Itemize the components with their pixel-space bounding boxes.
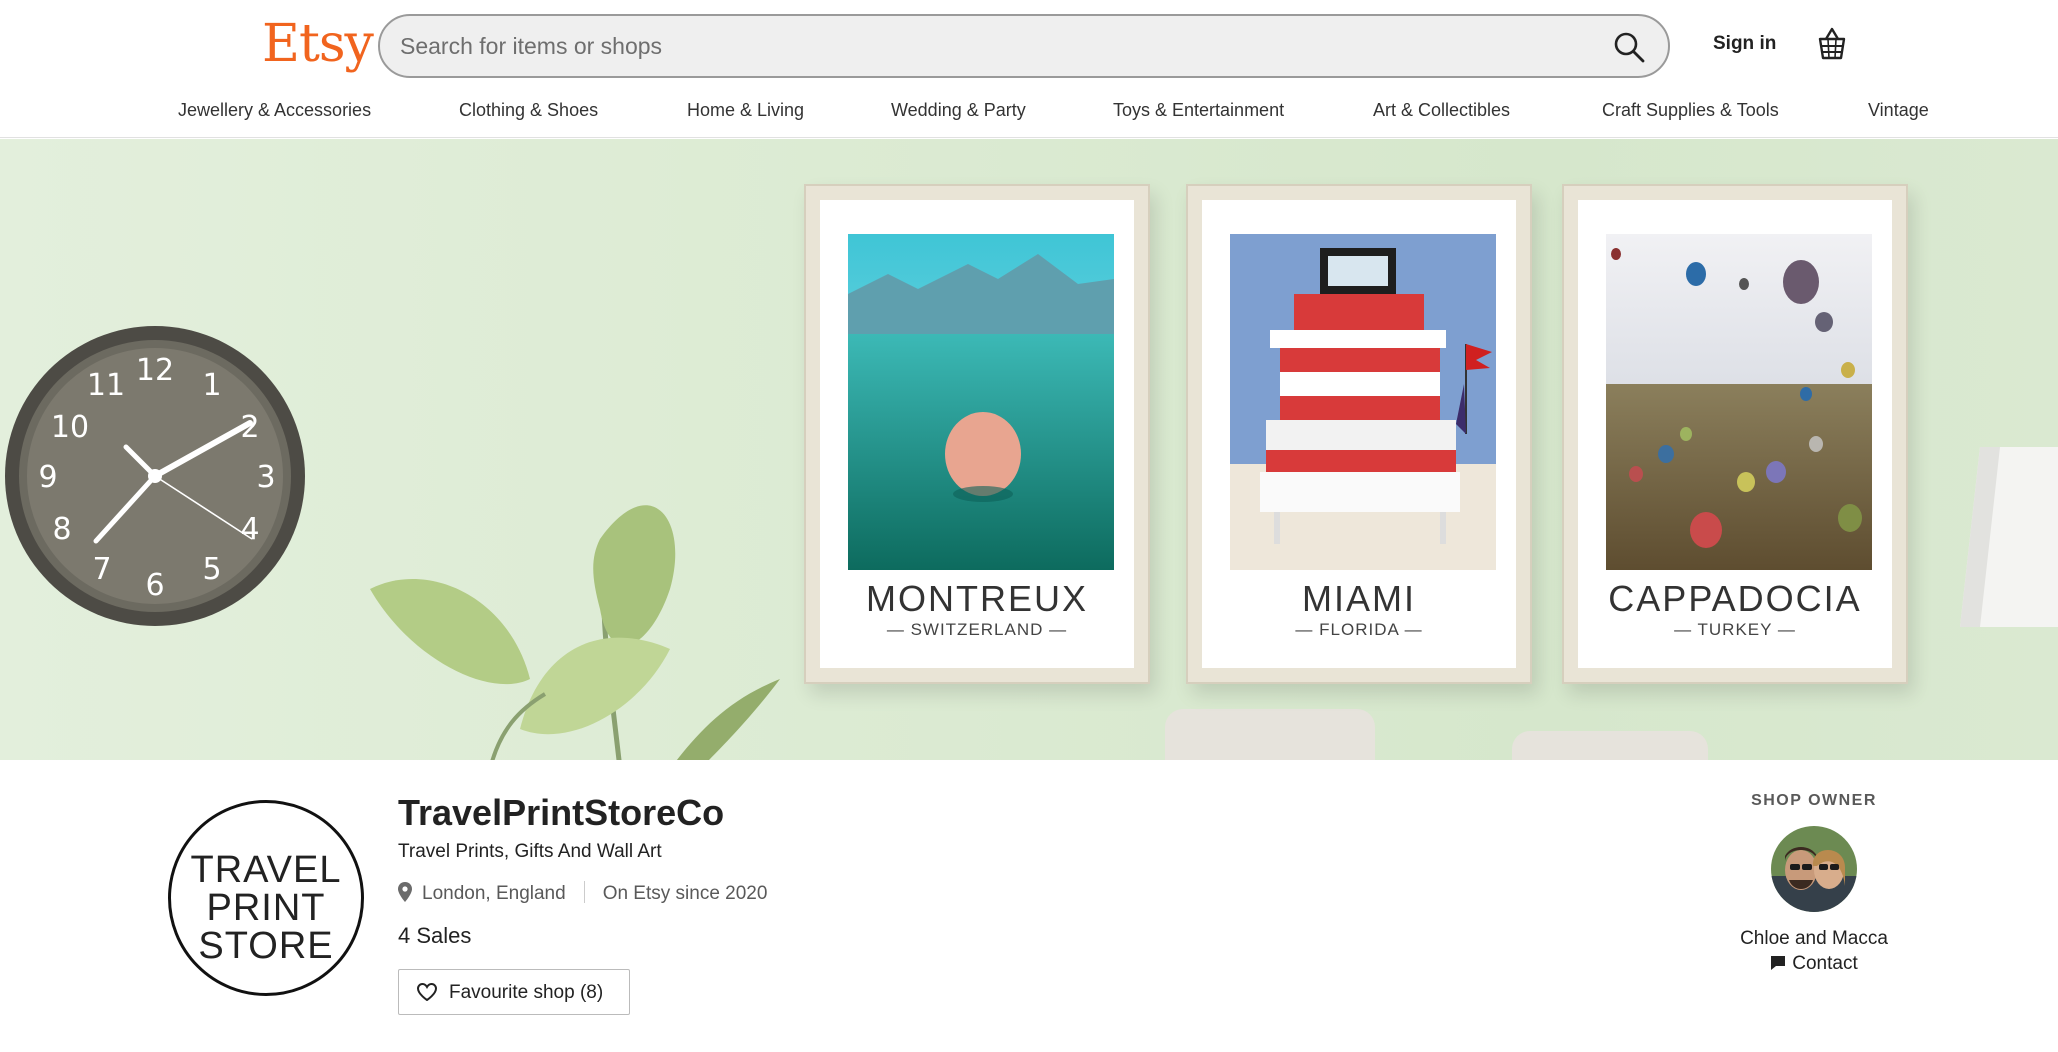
- site-header: Etsy Sign in Jewellery & Accessories Clo…: [0, 0, 2058, 138]
- miami-photo: [1230, 234, 1496, 570]
- nav-item-wedding[interactable]: Wedding & Party: [891, 100, 1026, 121]
- shop-name: TravelPrintStoreCo: [398, 792, 725, 833]
- message-icon: [1771, 956, 1786, 970]
- clock-number: 8: [52, 512, 71, 547]
- etsy-logo[interactable]: Etsy: [262, 14, 374, 74]
- contact-label: Contact: [1792, 953, 1858, 974]
- shop-logo-text: STORE: [198, 925, 334, 967]
- shop-banner: 12 1 2 3 4 5 6 7 8 9 10 11 MONTREUX — SW…: [0, 139, 2058, 760]
- print-frame-miami: MIAMI — FLORIDA —: [1186, 184, 1532, 684]
- shop-logo-text: PRINT: [206, 887, 326, 929]
- search-input[interactable]: [400, 16, 1580, 76]
- wall-clock-image: 12 1 2 3 4 5 6 7 8 9 10 11: [5, 326, 305, 626]
- lamp-image: [1960, 447, 2058, 627]
- basket-icon[interactable]: [1816, 26, 1848, 62]
- nav-item-jewellery[interactable]: Jewellery & Accessories: [178, 100, 371, 121]
- shop-location: London, England: [422, 883, 566, 904]
- pillow-image: [1165, 709, 1375, 760]
- favourite-shop-label: Favourite shop (8): [449, 982, 604, 1003]
- favourite-shop-button[interactable]: Favourite shop (8): [398, 969, 630, 1015]
- cappadocia-photo: [1606, 234, 1872, 570]
- shop-logo[interactable]: TRAVEL PRINT STORE: [168, 800, 364, 996]
- search-bar: [378, 14, 1670, 78]
- pillow-image: [1512, 731, 1708, 760]
- nav-item-toys[interactable]: Toys & Entertainment: [1113, 100, 1284, 121]
- nav-item-clothing[interactable]: Clothing & Shoes: [459, 100, 598, 121]
- print-frame-montreux: MONTREUX — SWITZERLAND —: [804, 184, 1150, 684]
- owner-avatar[interactable]: [1771, 826, 1857, 912]
- print-country-label: — FLORIDA —: [1295, 620, 1423, 639]
- search-icon[interactable]: [1612, 30, 1646, 64]
- clock-number: 5: [202, 552, 221, 587]
- clock-number: 6: [145, 568, 164, 603]
- print-country-label: — TURKEY —: [1674, 620, 1796, 639]
- montreux-photo: [848, 234, 1114, 570]
- print-city-label: MIAMI: [1302, 578, 1416, 619]
- shop-sales[interactable]: 4 Sales: [398, 923, 471, 949]
- nav-item-vintage[interactable]: Vintage: [1868, 100, 1929, 121]
- print-city-label: MONTREUX: [866, 578, 1088, 619]
- shop-logo-text: TRAVEL: [190, 849, 342, 891]
- category-nav: Jewellery & Accessories Clothing & Shoes…: [0, 100, 2058, 126]
- clock-number: 7: [92, 552, 111, 587]
- location-pin-icon: [398, 882, 412, 902]
- owner-name[interactable]: Chloe and Macca: [1700, 928, 1928, 950]
- nav-item-craft[interactable]: Craft Supplies & Tools: [1602, 100, 1779, 121]
- clock-number: 4: [240, 512, 259, 547]
- clock-number: 10: [51, 410, 89, 445]
- shop-tagline: Travel Prints, Gifts And Wall Art: [398, 841, 662, 862]
- clock-number: 11: [87, 368, 125, 403]
- clock-number: 1: [202, 368, 221, 403]
- print-city-label: CAPPADOCIA: [1608, 578, 1862, 619]
- clock-number: 12: [136, 353, 174, 388]
- nav-item-home[interactable]: Home & Living: [687, 100, 804, 121]
- shop-since: On Etsy since 2020: [602, 883, 768, 904]
- heart-icon: [417, 983, 437, 1001]
- shop-meta: London, England On Etsy since 2020: [398, 881, 767, 907]
- clock-number: 9: [38, 460, 57, 495]
- sign-in-link[interactable]: Sign in: [1713, 33, 1776, 55]
- divider: [583, 881, 585, 903]
- nav-item-art[interactable]: Art & Collectibles: [1373, 100, 1510, 121]
- print-country-label: — SWITZERLAND —: [886, 620, 1068, 639]
- shop-owner-heading: SHOP OWNER: [1751, 792, 1877, 809]
- contact-link[interactable]: Contact: [1700, 953, 1928, 975]
- print-frame-cappadocia: CAPPADOCIA — TURKEY —: [1562, 184, 1908, 684]
- plant-image: [370, 505, 780, 760]
- clock-number: 3: [256, 460, 275, 495]
